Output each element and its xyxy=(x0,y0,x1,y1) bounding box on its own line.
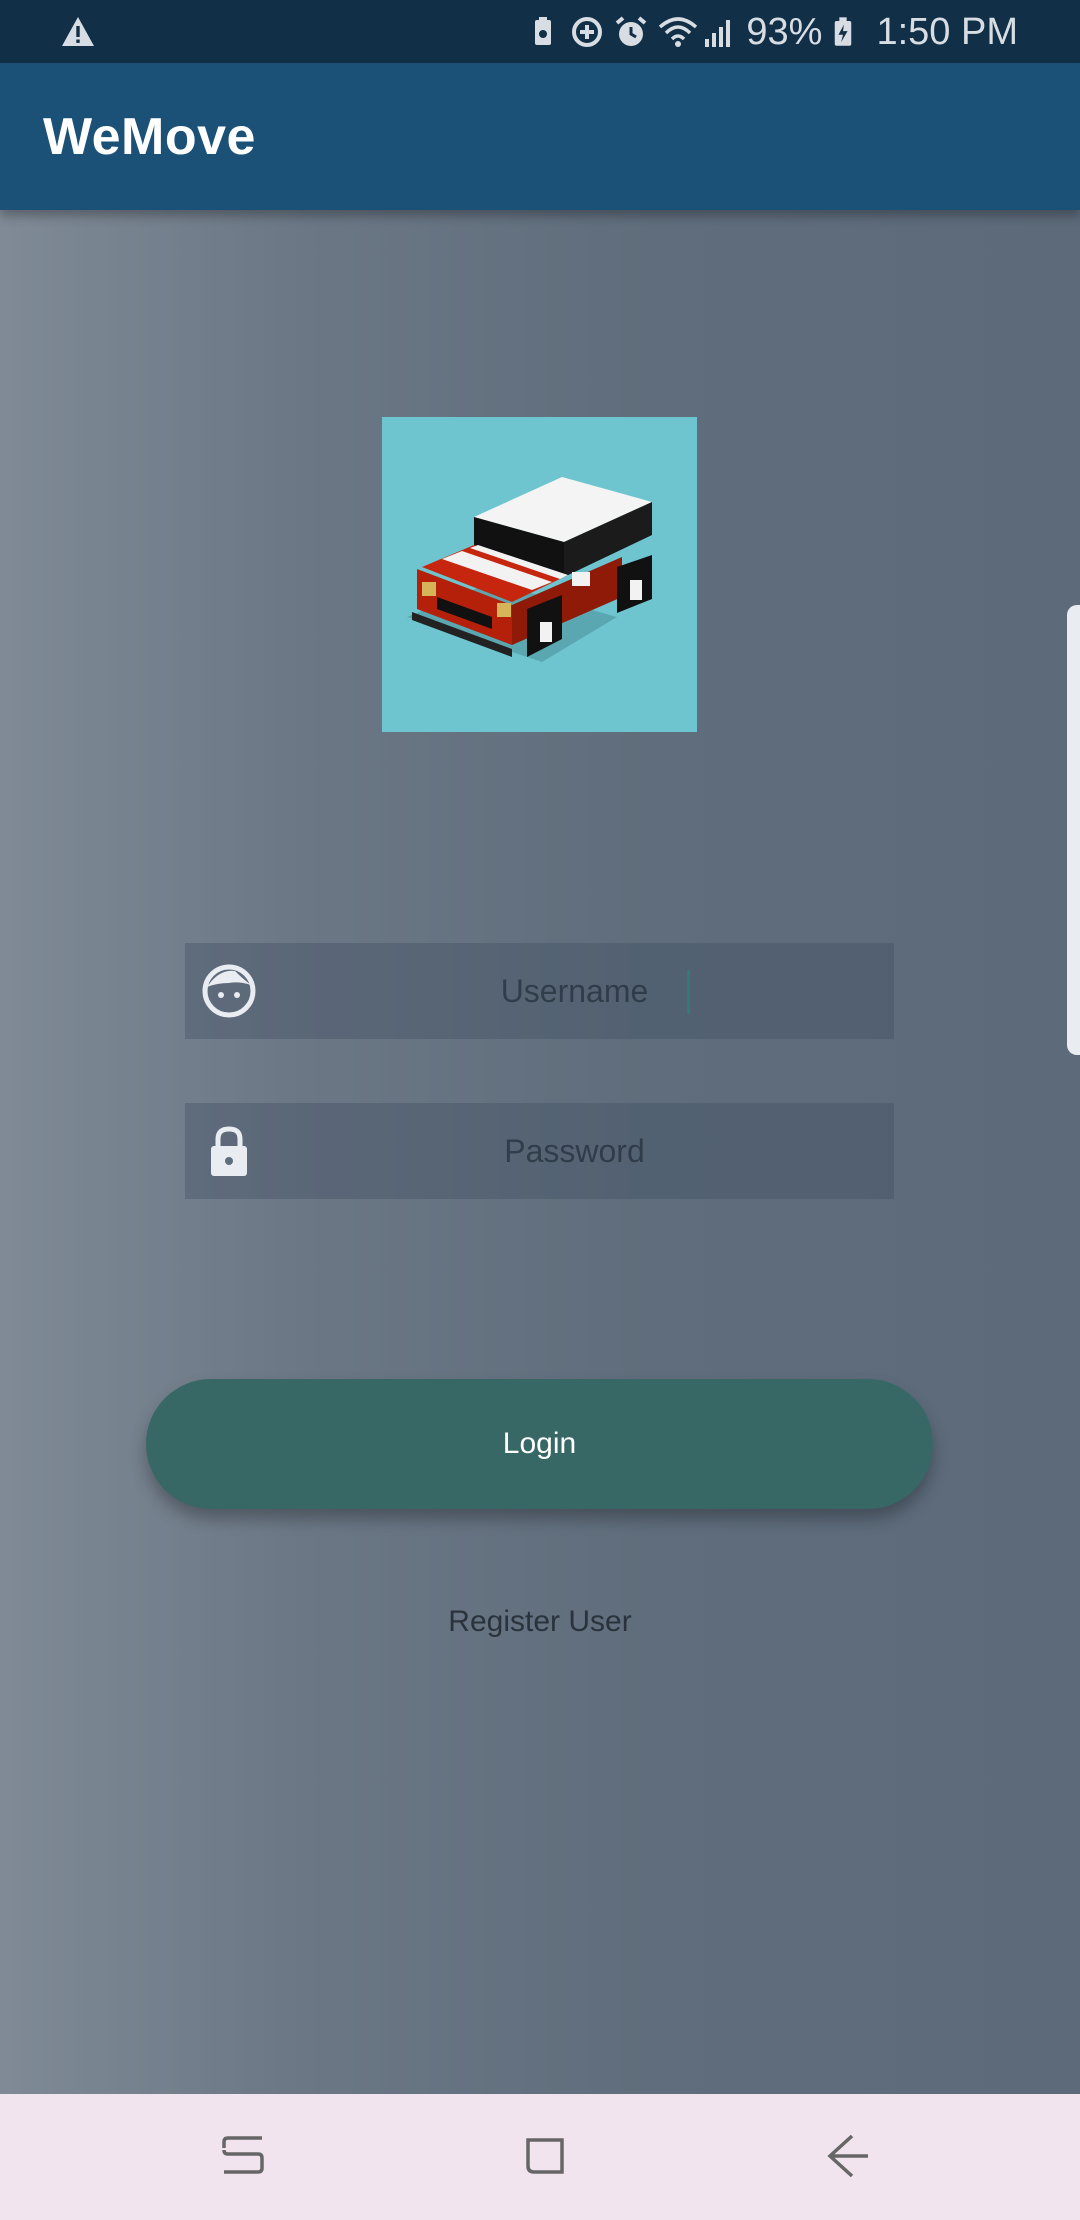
recents-icon[interactable] xyxy=(208,2122,278,2192)
back-icon[interactable] xyxy=(812,2122,882,2192)
login-screen: 93% 1:50 PM WeMove Username Login Regist… xyxy=(0,0,1080,2220)
username-field[interactable] xyxy=(185,943,894,1039)
warning-icon xyxy=(60,14,96,50)
data-saver-icon xyxy=(570,15,604,49)
status-time: 1:50 PM xyxy=(876,10,1018,53)
home-icon[interactable] xyxy=(510,2122,580,2192)
password-input[interactable] xyxy=(275,1103,874,1199)
password-field[interactable] xyxy=(185,1103,894,1199)
status-bar: 93% 1:50 PM xyxy=(0,0,1080,63)
login-button[interactable]: Login xyxy=(146,1379,933,1509)
status-icons: 93% 1:50 PM xyxy=(526,8,1018,56)
battery-saver-icon xyxy=(526,15,560,49)
username-input[interactable] xyxy=(275,943,874,1039)
alarm-icon xyxy=(614,15,648,49)
text-cursor xyxy=(687,970,690,1014)
lock-icon xyxy=(199,1121,259,1181)
navigation-bar xyxy=(0,2094,1080,2220)
battery-percent: 93% xyxy=(746,10,823,53)
face-icon xyxy=(199,961,259,1021)
app-title: WeMove xyxy=(43,108,256,166)
battery-charging-icon xyxy=(832,15,866,49)
car-logo-icon xyxy=(382,417,697,732)
register-user-link[interactable]: Register User xyxy=(0,1605,1080,1639)
wifi-icon xyxy=(658,15,698,49)
edge-panel-handle[interactable] xyxy=(1067,605,1080,1055)
signal-icon xyxy=(702,15,736,49)
app-bar: WeMove xyxy=(0,63,1080,210)
